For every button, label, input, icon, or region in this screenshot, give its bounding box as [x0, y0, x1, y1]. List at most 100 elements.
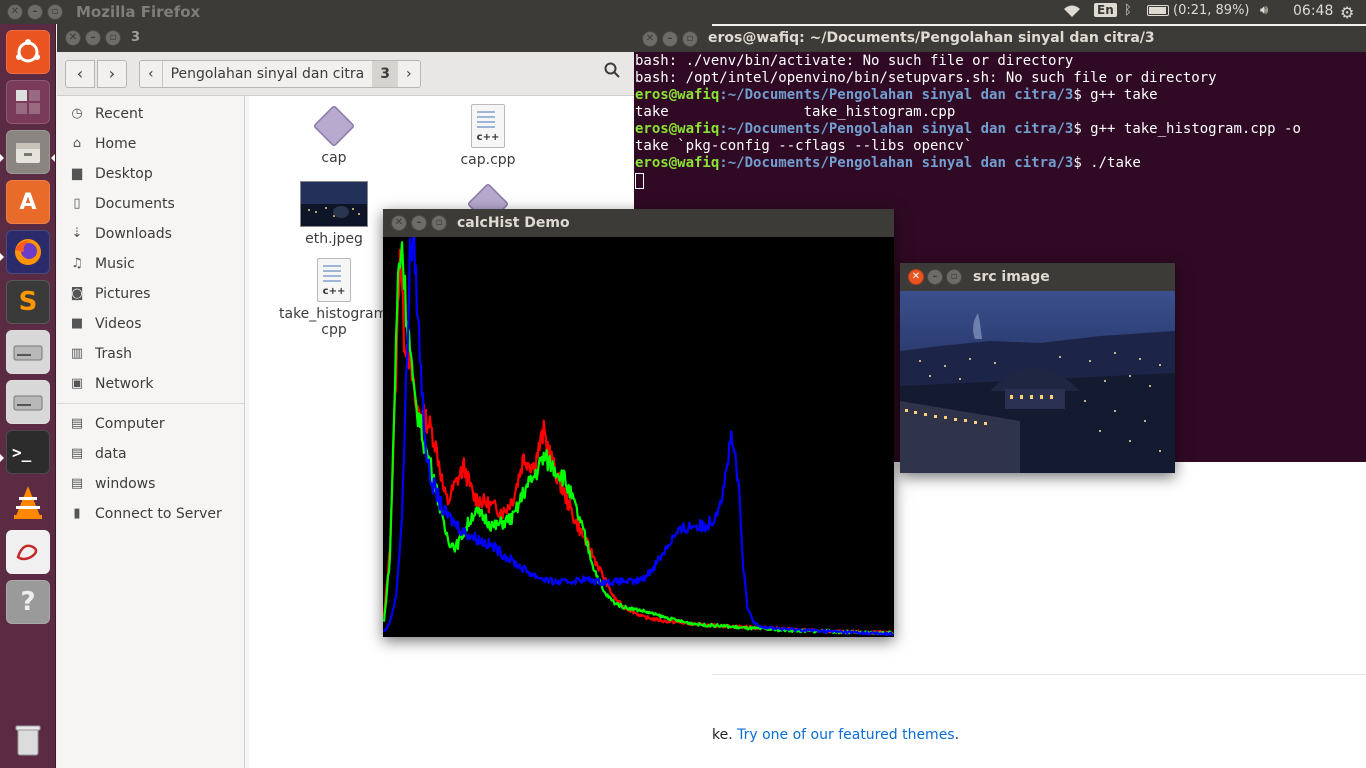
prompt-sign: $: [1073, 155, 1091, 171]
maximize-button[interactable]: ▫: [946, 269, 962, 285]
file-name: cap: [321, 150, 347, 166]
wifi-icon[interactable]: [1062, 3, 1082, 23]
calchist-window: ✕ – ▫ calcHist Demo: [383, 209, 894, 637]
ubuntu-dash-icon[interactable]: [6, 30, 50, 74]
sidebar-item-connect-to-server[interactable]: ▮ Connect to Server: [57, 499, 245, 529]
titlebar: ✕ – ▫ eros@wafiq: ~/Documents/Pengolahan…: [634, 26, 1366, 52]
clock-icon: ◷: [71, 106, 83, 121]
forward-button[interactable]: ›: [97, 60, 127, 88]
sidebar-item-home[interactable]: ⌂ Home: [57, 129, 245, 159]
minimize-button[interactable]: –: [27, 4, 43, 20]
search-icon[interactable]: [595, 60, 629, 88]
sidebar-item-label: windows: [95, 476, 156, 492]
maximize-button[interactable]: ▫: [47, 4, 63, 20]
sidebar-item-trash[interactable]: ▥ Trash: [57, 339, 245, 369]
sidebar-item-data[interactable]: ▤ data: [57, 439, 245, 469]
themes-suffix: .: [954, 727, 960, 743]
terminal-output-line: take take_histogram.cpp: [635, 104, 956, 120]
themes-message: ke. Try one of our featured themes.: [712, 727, 959, 743]
divider: [57, 403, 245, 404]
drive-icon[interactable]: [6, 380, 50, 424]
sidebar-item-music[interactable]: ♫ Music: [57, 249, 245, 279]
terminal-icon[interactable]: >_: [6, 430, 50, 474]
sidebar-item-desktop[interactable]: ▆ Desktop: [57, 159, 245, 189]
battery-indicator[interactable]: (0:21, 89%): [1147, 3, 1250, 18]
sidebar-item-windows[interactable]: ▤ windows: [57, 469, 245, 499]
back-button[interactable]: ‹: [65, 60, 95, 88]
sidebar-item-documents[interactable]: ▯ Documents: [57, 189, 245, 219]
firefox-icon[interactable]: [6, 230, 50, 274]
gear-icon[interactable]: ⚙: [1340, 3, 1354, 22]
file-item-cap[interactable]: cap: [279, 104, 389, 166]
featured-themes-link[interactable]: Try one of our featured themes: [737, 727, 954, 743]
prompt-user: eros@wafiq: [635, 155, 720, 171]
volume-icon[interactable]: 🔊︎: [1260, 3, 1268, 18]
sidebar-item-label: Recent: [95, 106, 144, 122]
terminal-command-line: eros@wafiq:~/Documents/Pengolahan sinyal…: [635, 121, 1363, 138]
workspace-switcher-icon[interactable]: [6, 80, 50, 124]
close-button[interactable]: ✕: [65, 30, 81, 46]
minimize-button[interactable]: –: [411, 215, 427, 231]
close-button[interactable]: ✕: [391, 215, 407, 231]
sidebar-item-label: Videos: [95, 316, 142, 332]
sidebar-item-recent[interactable]: ◷ Recent: [57, 99, 245, 129]
breadcrumb-current[interactable]: 3: [372, 61, 398, 87]
sidebar-item-label: Home: [95, 136, 137, 152]
file-item-cap-cpp[interactable]: c++ cap.cpp: [433, 104, 543, 168]
prompt-user: eros@wafiq: [635, 87, 720, 103]
trash-icon[interactable]: [6, 718, 50, 762]
sidebar-item-label: Downloads: [95, 226, 172, 242]
sidebar: ◷ Recent ⌂ Home ▆ Desktop ▯ Documents ⇣ Downl…: [57, 96, 245, 768]
close-button[interactable]: ✕: [908, 269, 924, 285]
window-title: 3: [131, 30, 141, 45]
close-button[interactable]: ✕: [7, 4, 23, 20]
trash-icon: ▥: [70, 346, 84, 361]
maximize-button[interactable]: ▫: [431, 215, 447, 231]
drive-icon: ▤: [70, 446, 84, 461]
minimize-button[interactable]: –: [927, 269, 943, 285]
drive-icon[interactable]: [6, 330, 50, 374]
ubuntu-software-icon[interactable]: A: [6, 180, 50, 224]
sidebar-item-downloads[interactable]: ⇣ Downloads: [57, 219, 245, 249]
minimize-button[interactable]: –: [662, 31, 678, 47]
camera-icon: ◙: [70, 286, 84, 301]
vlc-icon[interactable]: [6, 480, 50, 524]
minimize-button[interactable]: –: [85, 30, 101, 46]
terminal-command-line: eros@wafiq:~/Documents/Pengolahan sinyal…: [635, 87, 1363, 104]
mendeley-icon[interactable]: [6, 530, 50, 574]
music-icon: ♫: [71, 256, 83, 271]
sidebar-item-label: Connect to Server: [95, 506, 222, 522]
src-image-window: ✕ – ▫ src image: [900, 263, 1175, 473]
breadcrumb-left-arrow[interactable]: ‹: [140, 61, 162, 87]
sublime-text-icon[interactable]: S: [6, 280, 50, 324]
video-icon: ■: [70, 316, 84, 331]
breadcrumb-item[interactable]: Pengolahan sinyal dan citra: [161, 61, 373, 87]
cursor-line: [635, 172, 1363, 189]
keyboard-indicator[interactable]: En: [1094, 3, 1117, 17]
image-thumbnail: [300, 181, 368, 227]
file-item-take-histogram-cpp[interactable]: c++ take_histogram. cpp: [279, 258, 392, 338]
clock[interactable]: 06:48: [1293, 3, 1333, 19]
maximize-button[interactable]: ▫: [682, 31, 698, 47]
sidebar-item-videos[interactable]: ■ Videos: [57, 309, 245, 339]
close-button[interactable]: ✕: [642, 31, 658, 47]
help-icon[interactable]: ?: [6, 580, 50, 624]
bluetooth-icon[interactable]: ᛒ: [1124, 3, 1132, 18]
prompt-path: :~/Documents/Pengolahan sinyal dan citra…: [719, 121, 1074, 137]
sidebar-item-label: Documents: [95, 196, 175, 212]
home-icon: ⌂: [72, 136, 82, 151]
divider: [712, 674, 1366, 675]
sidebar-item-pictures[interactable]: ◙ Pictures: [57, 279, 245, 309]
breadcrumb-right-arrow[interactable]: ›: [398, 61, 420, 87]
file-item-eth-jpeg[interactable]: eth.jpeg: [279, 181, 389, 247]
window-title: eros@wafiq: ~/Documents/Pengolahan sinya…: [708, 30, 1155, 46]
maximize-button[interactable]: ▫: [105, 30, 121, 46]
launcher: A S >_ ?: [0, 24, 56, 768]
terminal-output[interactable]: bash: ./venv/bin/activate: No such file …: [635, 53, 1363, 189]
file-name-line-1: take_histogram.: [279, 306, 392, 322]
sidebar-item-computer[interactable]: ▤ Computer: [57, 409, 245, 439]
files-icon[interactable]: [6, 130, 50, 174]
binary-file-icon: [312, 104, 356, 148]
sidebar-item-network[interactable]: ▣ Network: [57, 369, 245, 399]
terminal-output-line: bash: /opt/intel/openvino/bin/setupvars.…: [635, 70, 1217, 86]
